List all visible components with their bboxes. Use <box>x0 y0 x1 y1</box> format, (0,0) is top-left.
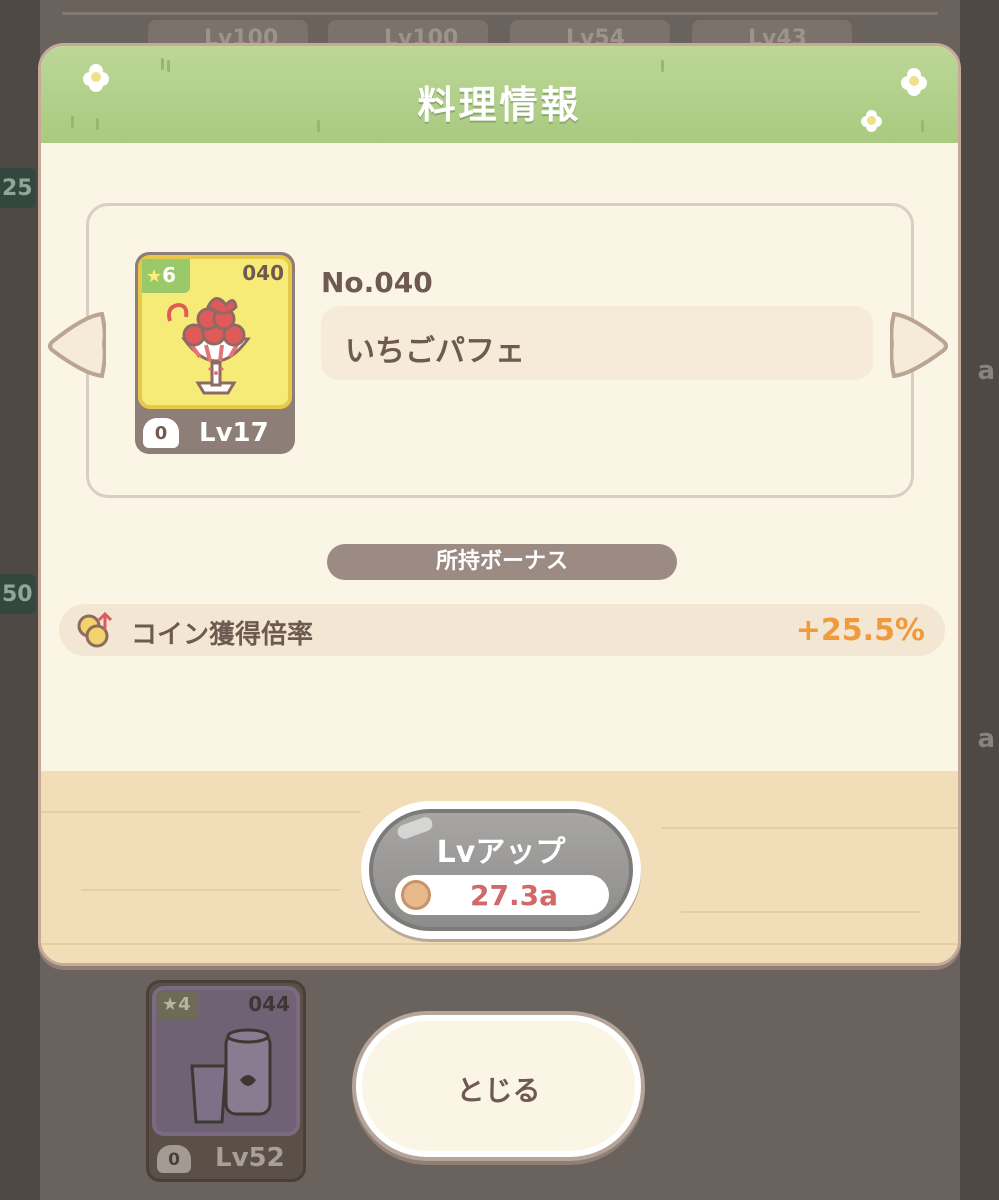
background-side-letter: a <box>977 356 995 386</box>
bonus-label: コイン獲得倍率 <box>131 620 314 650</box>
chevron-left-icon <box>48 311 107 379</box>
background-side-number: 50 <box>0 574 36 614</box>
level-up-label: Lvアップ <box>436 835 566 870</box>
dialog-header: 料理情報 <box>41 46 958 143</box>
grass-decoration <box>167 60 170 72</box>
background-side-number: 25 <box>0 168 36 208</box>
recipe-card-number: 044 <box>248 992 290 1016</box>
recipe-name: いちごパフェ <box>321 306 873 380</box>
star-icon: ★ <box>162 994 179 1015</box>
level-up-cost-value: 27.3a <box>470 879 558 912</box>
bonus-row: コイン獲得倍率 +25.5% <box>59 604 945 656</box>
star-rank-value: 4 <box>178 994 191 1015</box>
bonus-value: +25.5% <box>795 613 925 648</box>
close-button-label: とじる <box>456 1074 541 1107</box>
recipe-number: No.040 <box>321 266 433 299</box>
close-button[interactable]: とじる <box>356 1015 641 1157</box>
dialog-title: 料理情報 <box>417 83 582 127</box>
star-icon: ★ <box>146 266 163 287</box>
chef-count: 0 <box>154 423 168 444</box>
coin-boost-icon <box>77 611 113 648</box>
previous-recipe-button[interactable] <box>44 308 107 380</box>
recipe-info-dialog: 料理情報 ★6 040 Lv17 0 No.040 いちごパフェ 所持ボーナス … <box>38 43 961 966</box>
chef-hat-icon: 0 <box>143 418 179 448</box>
level-up-button[interactable]: Lvアップ 27.3a <box>361 801 641 939</box>
drink-cup-icon <box>190 1028 272 1124</box>
recipe-card: ★6 040 Lv17 0 <box>135 252 295 454</box>
star-rank-value: 6 <box>162 263 177 287</box>
grass-decoration <box>661 60 664 72</box>
next-recipe-button[interactable] <box>889 308 952 380</box>
strawberry-parfait-icon <box>167 297 251 395</box>
recipe-card-image-area: ★6 040 <box>138 255 292 409</box>
background-recipe-card: ★4 044 Lv52 0 <box>146 980 306 1182</box>
background-recipe-card-image: ★4 044 <box>152 986 300 1136</box>
chef-hat-icon: 0 <box>157 1145 191 1173</box>
background-right-edge <box>959 0 999 1200</box>
background-divider <box>62 12 938 15</box>
level-up-button-face[interactable]: Lvアップ 27.3a <box>369 809 633 931</box>
level-up-cost: 27.3a <box>395 875 609 915</box>
chevron-right-icon <box>889 311 948 379</box>
owned-bonus-header: 所持ボーナス <box>327 544 677 580</box>
recipe-card-number: 040 <box>242 261 284 285</box>
background-side-letter: a <box>977 724 995 754</box>
grass-decoration <box>161 58 164 70</box>
chef-count: 0 <box>168 1150 180 1170</box>
star-rank-badge: ★4 <box>158 992 198 1020</box>
recipe-info-panel: ★6 040 Lv17 0 No.040 いちごパフェ <box>86 203 914 498</box>
